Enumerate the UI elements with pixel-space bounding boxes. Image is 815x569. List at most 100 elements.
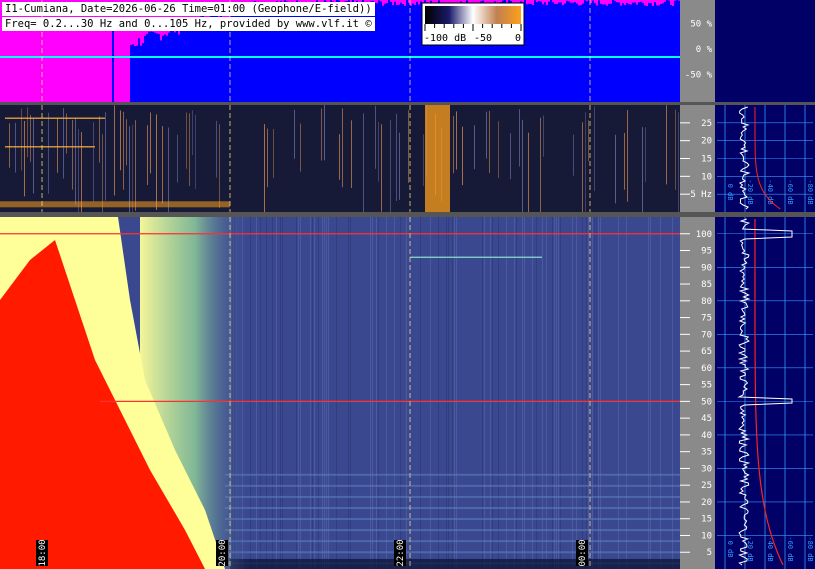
amplitude-bar	[142, 43, 144, 102]
amplitude-bar	[554, 3, 556, 102]
amplitude-bar	[154, 32, 156, 102]
efield-tick-label: 40	[701, 431, 712, 441]
efield-tick-label: 10	[701, 531, 712, 541]
amplitude-bar	[676, 0, 678, 103]
efield-streak	[312, 217, 313, 569]
geophone-streak	[375, 105, 376, 169]
geophone-streak	[24, 120, 25, 197]
geophone-streak	[453, 116, 454, 174]
amplitude-bar	[610, 3, 612, 102]
amplitude-bar	[544, 2, 546, 102]
spectrum-db-label: -80 dB	[806, 179, 814, 204]
geophone-streak	[216, 120, 217, 178]
efield-streak	[280, 217, 281, 569]
efield-streak	[490, 217, 491, 569]
amplitude-bar	[196, 22, 198, 102]
amplitude-bar	[158, 33, 160, 102]
efield-streak	[514, 217, 515, 569]
efield-tick-label: 45	[701, 414, 712, 424]
efield-streak	[266, 217, 267, 569]
geophone-streak	[519, 109, 520, 167]
amplitude-bar	[528, 3, 530, 103]
geophone-streak	[594, 106, 595, 192]
efield-streak	[542, 217, 543, 569]
amplitude-bar	[400, 2, 402, 102]
efield-streak	[256, 217, 257, 569]
efield-streak	[524, 217, 525, 569]
amplitude-bar	[138, 38, 140, 102]
amplitude-bar	[646, 5, 648, 102]
amplitude-bar	[604, 4, 606, 103]
efield-streak	[498, 217, 499, 569]
geophone-streak	[456, 111, 457, 170]
amplitude-bar	[148, 31, 150, 102]
efield-streak	[554, 217, 555, 569]
amplitude-bar	[598, 0, 600, 103]
geophone-streak	[585, 112, 586, 213]
header-title-line: I1-Cumiana, Date=2026-06-26 Time=01:00 (…	[2, 2, 375, 16]
efield-streak	[378, 217, 379, 569]
efield-streak	[328, 217, 329, 569]
efield-streak	[406, 217, 407, 569]
amplitude-bar	[530, 3, 532, 102]
efield-streak	[282, 217, 283, 569]
amplitude-bar	[626, 2, 628, 103]
efield-streak	[532, 217, 533, 569]
efield-spectrogram	[0, 217, 680, 569]
amplitude-bar	[570, 2, 572, 103]
efield-streak	[350, 217, 351, 569]
efield-streak	[348, 217, 349, 569]
colorbar-gradient	[425, 6, 521, 24]
amplitude-bar	[558, 2, 560, 102]
efield-streak	[582, 217, 583, 569]
efield-tick-label: 85	[701, 280, 712, 290]
efield-streak	[598, 217, 599, 569]
geophone-streak	[57, 117, 58, 173]
amplitude-bar	[666, 0, 668, 102]
efield-tick-label: 75	[701, 314, 712, 324]
amplitude-bar	[608, 3, 610, 102]
amplitude-bar	[572, 2, 574, 102]
amplitude-bar	[184, 26, 186, 102]
geophone-tick-label: 25	[701, 119, 712, 129]
efield-streak	[482, 217, 483, 569]
efield-streak	[522, 217, 523, 569]
efield-streak	[438, 217, 439, 569]
amplitude-bar	[206, 24, 208, 103]
geophone-streak	[195, 114, 196, 190]
amplitude-bar	[204, 22, 206, 102]
efield-streak	[558, 217, 559, 569]
amplitude-bar	[178, 34, 180, 102]
amplitude-bar	[376, 3, 378, 102]
geophone-streak	[540, 117, 541, 217]
efield-tick-label: 90	[701, 263, 712, 273]
efield-streak	[492, 217, 493, 569]
geophone-burst	[425, 105, 450, 212]
amplitude-bar	[668, 0, 670, 102]
geophone-streak	[645, 127, 646, 182]
amplitude-bar	[538, 1, 540, 103]
geophone-streak	[9, 123, 10, 168]
amplitude-bar	[584, 0, 586, 103]
geophone-streak	[162, 126, 163, 204]
efield-streak	[506, 217, 507, 569]
efield-streak	[484, 217, 485, 569]
colorbar-label-min: -100 dB	[424, 33, 466, 44]
geophone-streak	[93, 122, 94, 202]
amplitude-bar	[594, 3, 596, 103]
amplitude-bar	[386, 3, 388, 102]
geophone-streak	[462, 126, 463, 186]
efield-streak	[588, 217, 589, 569]
geophone-streak	[498, 121, 499, 178]
efield-band	[225, 540, 680, 543]
amplitude-bar	[652, 5, 654, 103]
efield-streak	[260, 217, 261, 569]
geophone-streak	[27, 107, 28, 158]
geophone-streak	[489, 110, 490, 174]
amplitude-bar	[174, 32, 176, 102]
amplitude-bar	[390, 1, 392, 103]
efield-streak	[296, 217, 297, 569]
spectrum-db-label: -60 dB	[786, 536, 794, 561]
spectrum-db-label: 0 dB	[726, 184, 734, 201]
efield-streak	[322, 217, 323, 569]
